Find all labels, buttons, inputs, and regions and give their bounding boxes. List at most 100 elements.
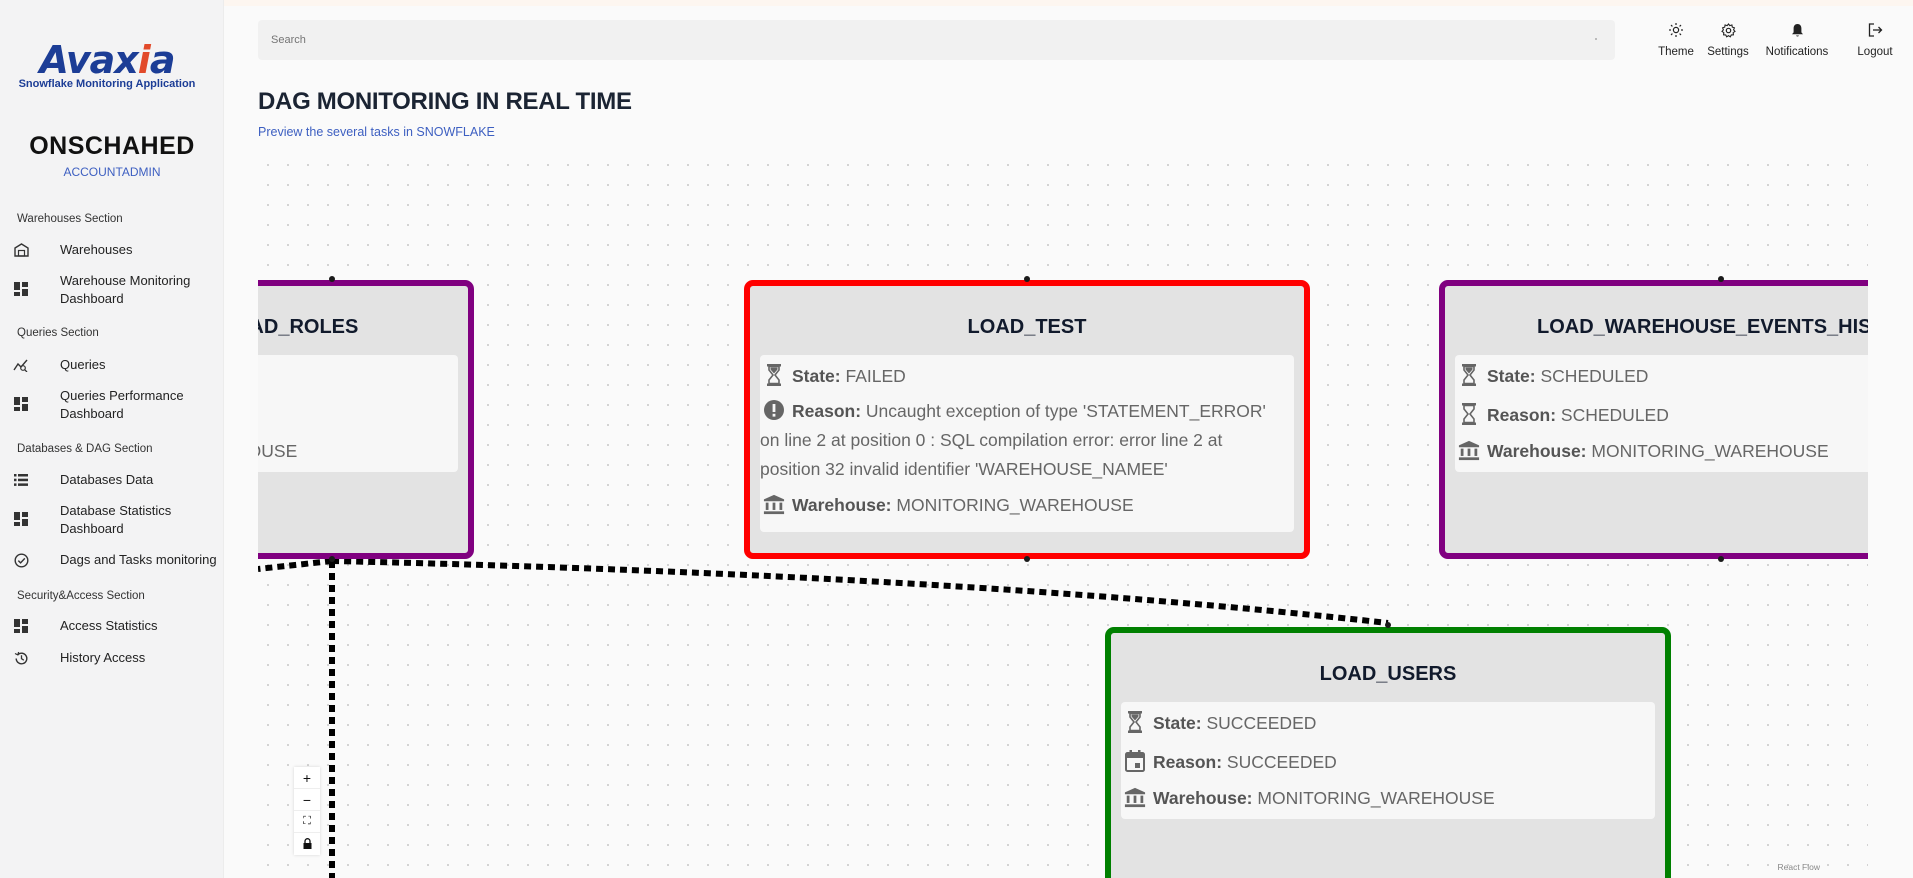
- sidebar-item-label: Access Statistics: [60, 618, 158, 633]
- dashboard-icon: [13, 511, 29, 527]
- sidebar-item-label: Warehouses: [60, 242, 133, 257]
- node-details: State: SUCCEEDED Reason: SUCCEEDED Wareh…: [1121, 702, 1655, 819]
- node-details: State: FAILED Reason: Uncaught exception…: [760, 355, 1294, 532]
- sidebar-item-queries[interactable]: Queries: [0, 356, 224, 374]
- hourglass-icon: [1124, 709, 1146, 735]
- node-handle-roles-top[interactable]: [329, 276, 335, 282]
- sidebar-item-databases-data[interactable]: Databases Data: [0, 471, 224, 489]
- notifications-button[interactable]: Notifications: [1762, 20, 1832, 58]
- warehouse-value: MONITORING_WAREHOUSE: [258, 441, 298, 461]
- reason-label: Reason:: [1153, 752, 1223, 772]
- sidebar-item-warehouses[interactable]: Warehouses: [0, 241, 224, 259]
- logo-subtitle: Snowflake Monitoring Application: [18, 78, 196, 90]
- sidebar-item-label: Warehouse Monitoring Dashboard: [60, 273, 191, 306]
- calendar-icon: [1124, 748, 1146, 774]
- warehouse-value: MONITORING_WAREHOUSE: [1257, 788, 1495, 808]
- hourglass-icon: [1458, 362, 1480, 388]
- state-label: State:: [1487, 366, 1536, 386]
- search-input[interactable]: [258, 20, 1615, 60]
- warehouse-label: Warehouse:: [792, 495, 892, 515]
- node-title: LOAD_USERS: [1319, 663, 1457, 685]
- settings-button[interactable]: Settings: [1706, 20, 1750, 58]
- hourglass-empty-icon: [1458, 401, 1480, 427]
- sidebar-item-queries-dashboard[interactable]: Queries Performance Dashboard: [0, 387, 224, 423]
- sidebar-item-label: History Access: [60, 650, 146, 665]
- node-handle-events-bottom[interactable]: [1718, 556, 1724, 562]
- reason-value: SCHEDULED: [1560, 405, 1669, 425]
- logout-icon: [1852, 20, 1898, 40]
- react-flow-attribution[interactable]: React Flow: [1777, 862, 1820, 872]
- reason-label: Reason:: [1487, 405, 1557, 425]
- search-dot: [1595, 38, 1597, 40]
- warehouse-label: Warehouse:: [1487, 441, 1587, 461]
- sidebar-item-label: Databases Data: [60, 472, 154, 487]
- dag-canvas[interactable]: LOAD_ROLES MONITORING_WAREHOUSE LOAD_TES…: [258, 155, 1868, 878]
- check-circle-icon: [13, 552, 29, 568]
- node-handle-test-top[interactable]: [1024, 276, 1030, 282]
- state-label: State:: [1153, 713, 1202, 733]
- list-icon: [13, 472, 29, 488]
- dag-node-load-warehouse-events-history[interactable]: LOAD_WAREHOUSE_EVENTS_HISTORY State: SCH…: [1439, 280, 1868, 559]
- section-title-queries: Queries Section: [17, 327, 99, 339]
- bell-icon: [1762, 20, 1832, 40]
- sidebar-item-dags-monitoring[interactable]: Dags and Tasks monitoring: [0, 551, 224, 569]
- logout-button[interactable]: Logout: [1852, 20, 1898, 58]
- user-name: ONSCHAHED: [29, 132, 195, 160]
- node-handle-events-top[interactable]: [1718, 276, 1724, 282]
- warehouse-value: MONITORING_WAREHOUSE: [896, 495, 1134, 515]
- node-title: LOAD_ROLES: [258, 316, 359, 338]
- theme-label: Theme: [1658, 46, 1694, 58]
- top-strip: [0, 0, 1913, 6]
- app-logo[interactable]: Avaxia Snowflake Monitoring Application: [12, 40, 202, 90]
- user-role: ACCOUNTADMIN: [63, 165, 161, 179]
- logo-text-a: Avax: [39, 38, 139, 82]
- node-details: MONITORING_WAREHOUSE: [258, 355, 458, 472]
- bank-icon: [763, 491, 785, 517]
- query-stats-icon: [13, 357, 29, 373]
- dag-node-load-roles[interactable]: LOAD_ROLES MONITORING_WAREHOUSE: [258, 280, 474, 559]
- state-value: FAILED: [845, 366, 906, 386]
- notifications-label: Notifications: [1765, 46, 1829, 58]
- logout-label: Logout: [1857, 46, 1893, 58]
- logo-text-b: i: [137, 38, 151, 82]
- logo-text-c: a: [149, 38, 176, 82]
- sidebar: Avaxia Snowflake Monitoring Application …: [0, 0, 224, 878]
- dag-node-load-users[interactable]: LOAD_USERS State: SUCCEEDED Reason: SUCC…: [1105, 627, 1671, 878]
- theme-button[interactable]: Theme: [1658, 20, 1694, 58]
- dag-node-load-test[interactable]: LOAD_TEST State: FAILED Reason: Uncaught…: [744, 280, 1310, 559]
- sidebar-item-warehouse-dashboard[interactable]: Warehouse Monitoring Dashboard: [0, 272, 224, 308]
- node-title: LOAD_WAREHOUSE_EVENTS_HISTORY: [1537, 316, 1868, 338]
- sidebar-item-access-statistics[interactable]: Access Statistics: [0, 617, 224, 635]
- page-title: DAG MONITORING IN REAL TIME: [258, 88, 632, 115]
- history-icon: [13, 650, 29, 666]
- edge-roles-to-canvas-left: [258, 558, 333, 572]
- flow-controls: + − ⛶: [294, 767, 320, 855]
- node-handle-users-top[interactable]: [1385, 622, 1391, 628]
- sidebar-item-label: Queries: [60, 357, 106, 372]
- section-title-security: Security&Access Section: [17, 590, 145, 602]
- warehouse-value: MONITORING_WAREHOUSE: [1591, 441, 1829, 461]
- state-value: SCHEDULED: [1540, 366, 1649, 386]
- node-handle-test-bottom[interactable]: [1024, 556, 1030, 562]
- node-details: State: SCHEDULED Reason: SCHEDULED Wareh…: [1455, 355, 1868, 472]
- sidebar-item-label: Database Statistics Dashboard: [60, 503, 172, 536]
- zoom-out-button[interactable]: −: [294, 789, 320, 811]
- zoom-in-icon: +: [302, 769, 312, 786]
- section-title-warehouses: Warehouses Section: [17, 213, 123, 225]
- hourglass-icon: [763, 362, 785, 388]
- search-bar[interactable]: [258, 20, 1615, 60]
- sidebar-item-database-statistics[interactable]: Database Statistics Dashboard: [0, 502, 224, 538]
- fit-view-button[interactable]: ⛶: [294, 811, 320, 833]
- zoom-out-icon: −: [302, 791, 312, 808]
- node-handle-roles-bottom[interactable]: [329, 556, 335, 562]
- bank-icon: [1458, 437, 1480, 463]
- lock-icon: [303, 836, 312, 852]
- lock-button[interactable]: [294, 833, 320, 855]
- dashboard-icon: [13, 396, 29, 412]
- zoom-in-button[interactable]: +: [294, 767, 320, 789]
- state-label: State:: [792, 366, 841, 386]
- gear-icon: [1706, 20, 1750, 40]
- page-subtitle: Preview the several tasks in SNOWFLAKE: [258, 125, 495, 139]
- sidebar-item-history-access[interactable]: History Access: [0, 649, 224, 667]
- settings-label: Settings: [1707, 46, 1749, 58]
